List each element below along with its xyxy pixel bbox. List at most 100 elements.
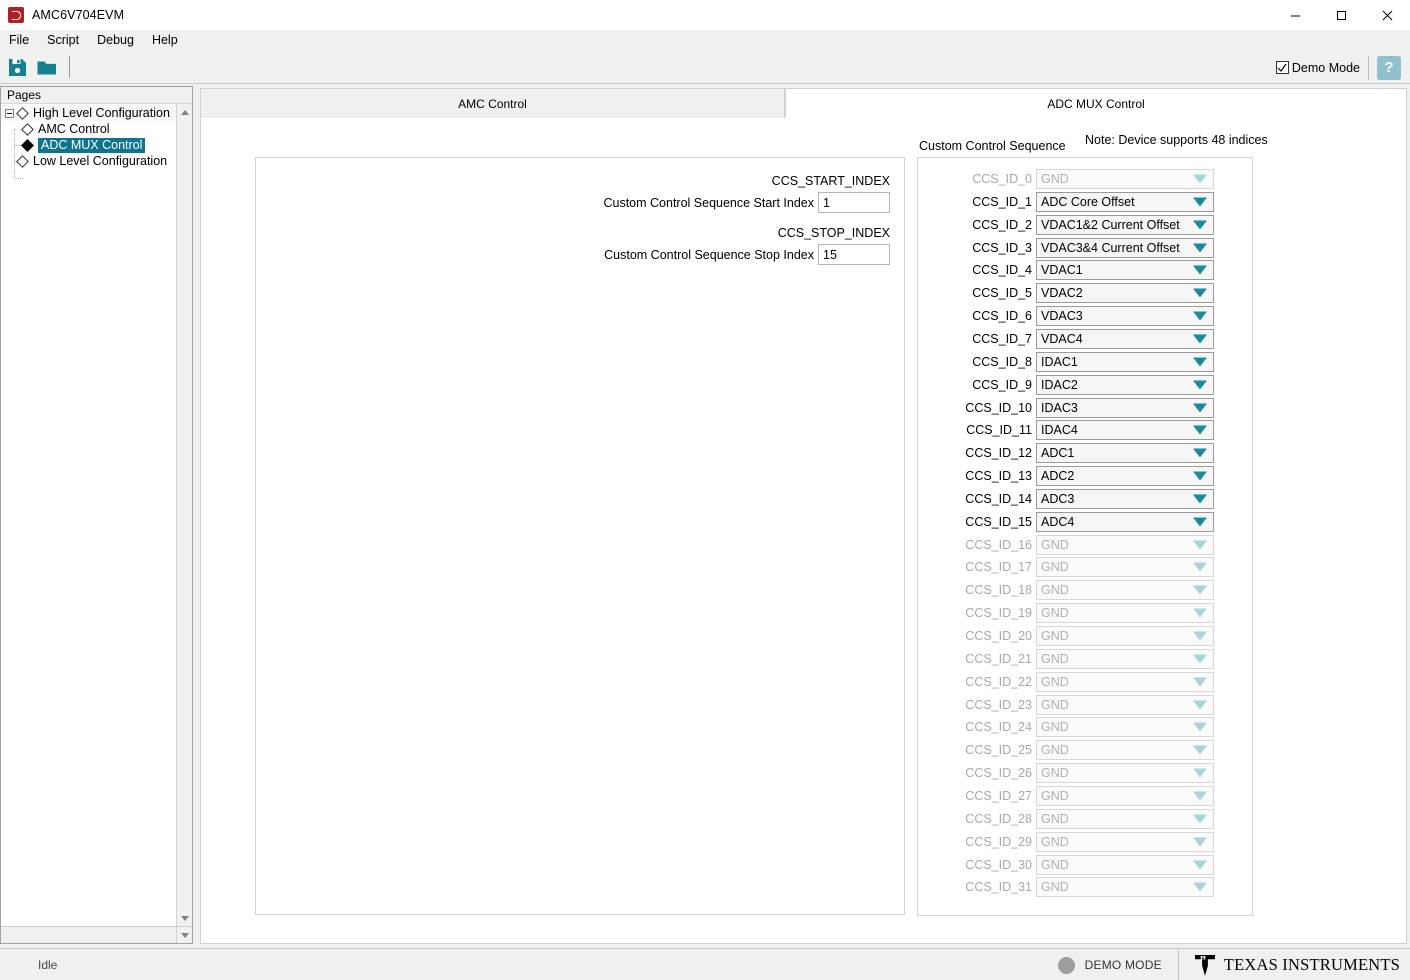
ccs-row-select[interactable]: ADC1 xyxy=(1036,443,1214,464)
custom-control-sequence-title: Custom Control Sequence xyxy=(919,139,1066,153)
chevron-down-icon[interactable] xyxy=(1193,403,1207,412)
sidebar-horizontal-scrollbar[interactable] xyxy=(1,926,192,943)
chevron-down-icon[interactable] xyxy=(1193,471,1207,481)
sidebar-item-adc-mux-control[interactable]: ADC MUX Control xyxy=(1,137,192,153)
sidebar-item-label: AMC Control xyxy=(38,121,110,136)
minimize-button[interactable] xyxy=(1272,0,1318,30)
help-button[interactable]: ? xyxy=(1377,55,1401,80)
sidebar-item-low-level-configuration[interactable]: Low Level Configuration xyxy=(1,153,192,169)
menu-debug[interactable]: Debug xyxy=(88,31,143,50)
chevron-down-icon[interactable] xyxy=(1193,448,1207,458)
ccs-row-value: VDAC1 xyxy=(1041,263,1083,278)
ccs-row: CCS_ID_21 GND xyxy=(918,648,1252,670)
demo-mode-label: Demo Mode xyxy=(1291,60,1360,75)
sidebar-vertical-scrollbar[interactable] xyxy=(176,104,192,926)
ccs-row-select[interactable]: IDAC2 xyxy=(1036,374,1214,395)
save-icon[interactable] xyxy=(4,54,30,80)
ccs-row-select[interactable]: VDAC1&2 Current Offset xyxy=(1036,214,1214,235)
ccs-stop-index-row: Custom Control Sequence Stop Index xyxy=(604,244,890,265)
ccs-row-select[interactable]: ADC2 xyxy=(1036,466,1214,487)
ccs-row-value: VDAC2 xyxy=(1041,286,1083,301)
scroll-down-arrow-icon[interactable] xyxy=(177,910,192,926)
ccs-row-select[interactable]: IDAC1 xyxy=(1036,351,1214,372)
chevron-down-icon xyxy=(1193,540,1207,550)
chevron-down-icon[interactable] xyxy=(1193,380,1207,390)
maximize-button[interactable] xyxy=(1318,0,1364,30)
ccs-row-select[interactable]: ADC Core Offset xyxy=(1036,191,1214,212)
chevron-down-icon[interactable] xyxy=(1193,220,1207,230)
ccs-row-id-label: CCS_ID_12 xyxy=(965,446,1032,461)
ccs-row-select[interactable]: ADC3 xyxy=(1036,488,1214,509)
ccs-row-select[interactable]: VDAC2 xyxy=(1036,283,1214,304)
ccs-stop-index-register: CCS_STOP_INDEX xyxy=(777,226,890,240)
ccs-row-select[interactable]: VDAC4 xyxy=(1036,328,1214,349)
ccs-start-index-register: CCS_START_INDEX xyxy=(771,174,890,188)
ccs-row-value: IDAC3 xyxy=(1041,400,1078,415)
ccs-row-value: GND xyxy=(1041,720,1069,735)
chevron-down-icon[interactable] xyxy=(1193,265,1207,275)
chevron-down-icon[interactable] xyxy=(1193,517,1207,527)
ccs-row-id-label: CCS_ID_2 xyxy=(972,217,1032,232)
ccs-row: CCS_ID_20 GND xyxy=(918,625,1252,647)
ccs-row-select[interactable]: ADC4 xyxy=(1036,511,1214,532)
diamond-outline-icon xyxy=(16,154,29,168)
chevron-down-icon xyxy=(1193,768,1207,778)
status-message: Idle xyxy=(38,957,58,972)
ccs-row-value: GND xyxy=(1041,766,1069,781)
ccs-row: CCS_ID_15 ADC4 xyxy=(918,511,1252,533)
ccs-row-select[interactable]: IDAC3 xyxy=(1036,397,1214,418)
ccs-row-id-label: CCS_ID_21 xyxy=(965,651,1032,666)
ccs-row-id-label: CCS_ID_30 xyxy=(965,857,1032,872)
ccs-row-id-label: CCS_ID_22 xyxy=(965,674,1032,689)
ccs-row-value: VDAC3&4 Current Offset xyxy=(1041,240,1180,255)
ccs-row-value: GND xyxy=(1041,629,1069,643)
ccs-row-id-label: CCS_ID_20 xyxy=(965,629,1032,643)
scroll-right-arrow-icon[interactable] xyxy=(176,927,192,943)
close-button[interactable] xyxy=(1364,0,1410,30)
scroll-up-arrow-icon[interactable] xyxy=(177,104,192,120)
demo-mode-checkbox[interactable]: Demo Mode xyxy=(1275,60,1360,75)
ccs-row-value: GND xyxy=(1041,880,1069,895)
menu-file[interactable]: File xyxy=(0,31,38,50)
chevron-down-icon[interactable] xyxy=(1193,311,1207,321)
tab-bar: AMC Control ADC MUX Control xyxy=(200,88,1407,120)
tab-amc-control[interactable]: AMC Control xyxy=(200,88,785,119)
chevron-down-icon[interactable] xyxy=(1193,425,1207,435)
ccs-row: CCS_ID_9 IDAC2 xyxy=(918,374,1252,396)
ccs-row-select[interactable]: VDAC1 xyxy=(1036,260,1214,281)
tab-adc-mux-control[interactable]: ADC MUX Control xyxy=(785,88,1407,120)
ccs-row-select[interactable]: VDAC3 xyxy=(1036,306,1214,327)
ccs-row-select[interactable]: VDAC3&4 Current Offset xyxy=(1036,237,1214,258)
chevron-down-icon[interactable] xyxy=(1193,334,1207,344)
collapse-expander-icon[interactable] xyxy=(5,108,14,118)
ccs-row: CCS_ID_8 IDAC1 xyxy=(918,351,1252,373)
ccs-row-value: GND xyxy=(1041,537,1069,552)
ccs-row-id-label: CCS_ID_0 xyxy=(972,172,1032,186)
ccs-row-select: GND xyxy=(1036,694,1214,715)
ccs-start-index-input[interactable] xyxy=(818,192,890,213)
menu-script[interactable]: Script xyxy=(38,31,88,50)
diamond-outline-icon xyxy=(16,106,29,120)
menu-help[interactable]: Help xyxy=(143,31,187,50)
ccs-row-value: ADC3 xyxy=(1041,491,1075,506)
ccs-row-id-label: CCS_ID_3 xyxy=(972,240,1032,255)
toolbar-separator xyxy=(69,56,70,78)
ccs-row-value: VDAC1&2 Current Offset xyxy=(1041,217,1180,232)
sidebar-item-label: Low Level Configuration xyxy=(33,153,168,168)
ccs-row-select[interactable]: IDAC4 xyxy=(1036,420,1214,441)
chevron-down-icon[interactable] xyxy=(1193,357,1207,367)
chevron-down-icon[interactable] xyxy=(1193,243,1207,253)
chevron-down-icon[interactable] xyxy=(1193,288,1207,298)
folder-open-icon[interactable] xyxy=(34,54,60,80)
ccs-stop-index-input[interactable] xyxy=(818,244,890,265)
sidebar-item-amc-control[interactable]: AMC Control xyxy=(1,121,192,137)
ccs-row: CCS_ID_18 GND xyxy=(918,579,1252,601)
ccs-row-value: GND xyxy=(1041,811,1069,826)
device-indices-note: Note: Device supports 48 indices xyxy=(1085,133,1268,147)
sidebar-item-high-level-configuration[interactable]: High Level Configuration xyxy=(1,105,192,121)
ti-brand-text: TEXAS INSTRUMENTS xyxy=(1223,955,1400,974)
chevron-down-icon[interactable] xyxy=(1193,197,1207,207)
ccs-row-value: GND xyxy=(1041,834,1069,849)
chevron-down-icon[interactable] xyxy=(1193,494,1207,504)
ccs-row-id-label: CCS_ID_14 xyxy=(965,491,1032,506)
